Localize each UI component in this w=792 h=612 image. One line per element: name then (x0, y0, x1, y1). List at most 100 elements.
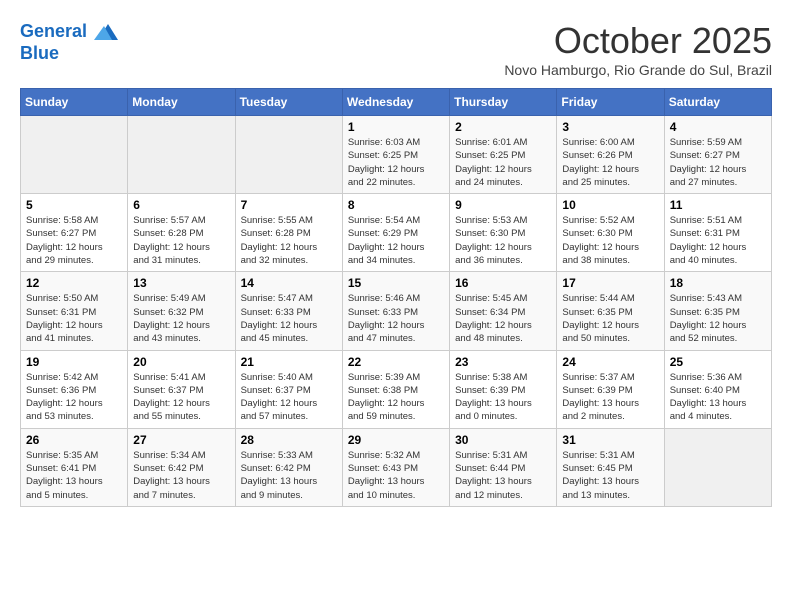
calendar-cell: 3 Sunrise: 6:00 AM Sunset: 6:26 PM Daylig… (557, 116, 664, 194)
calendar-cell: 26Sunrise: 5:35 AM Sunset: 6:41 PM Dayli… (21, 428, 128, 506)
day-number: 17 (562, 276, 658, 290)
day-number: 29 (348, 433, 444, 447)
day-info: Sunrise: 5:47 AM Sunset: 6:33 PM Dayligh… (241, 292, 337, 345)
day-info: Sunrise: 5:55 AM Sunset: 6:28 PM Dayligh… (241, 214, 337, 267)
weekday-header-thursday: Thursday (450, 89, 557, 116)
day-info: Sunrise: 5:49 AM Sunset: 6:32 PM Dayligh… (133, 292, 229, 345)
weekday-header-monday: Monday (128, 89, 235, 116)
day-info: Sunrise: 5:32 AM Sunset: 6:43 PM Dayligh… (348, 449, 444, 502)
day-info: Sunrise: 5:59 AM Sunset: 6:27 PM Dayligh… (670, 136, 766, 189)
calendar-cell (128, 116, 235, 194)
calendar-cell: 30Sunrise: 5:31 AM Sunset: 6:44 PM Dayli… (450, 428, 557, 506)
title-block: October 2025 Novo Hamburgo, Rio Grande d… (504, 20, 772, 78)
calendar-cell: 6 Sunrise: 5:57 AM Sunset: 6:28 PM Daylig… (128, 194, 235, 272)
calendar-cell: 7 Sunrise: 5:55 AM Sunset: 6:28 PM Daylig… (235, 194, 342, 272)
calendar-cell: 31Sunrise: 5:31 AM Sunset: 6:45 PM Dayli… (557, 428, 664, 506)
day-number: 4 (670, 120, 766, 134)
calendar-cell: 22 Sunrise: 5:39 AM Sunset: 6:38 PM Dayli… (342, 350, 449, 428)
calendar-cell: 13Sunrise: 5:49 AM Sunset: 6:32 PM Dayli… (128, 272, 235, 350)
calendar-cell: 10 Sunrise: 5:52 AM Sunset: 6:30 PM Dayli… (557, 194, 664, 272)
weekday-header-wednesday: Wednesday (342, 89, 449, 116)
calendar-table: SundayMondayTuesdayWednesdayThursdayFrid… (20, 88, 772, 507)
calendar-cell: 15 Sunrise: 5:46 AM Sunset: 6:33 PM Dayli… (342, 272, 449, 350)
calendar-cell: 4 Sunrise: 5:59 AM Sunset: 6:27 PM Daylig… (664, 116, 771, 194)
calendar-cell: 25 Sunrise: 5:36 AM Sunset: 6:40 PM Dayli… (664, 350, 771, 428)
calendar-cell: 28 Sunrise: 5:33 AM Sunset: 6:42 PM Dayli… (235, 428, 342, 506)
day-number: 19 (26, 355, 122, 369)
day-number: 24 (562, 355, 658, 369)
weekday-header-friday: Friday (557, 89, 664, 116)
calendar-cell: 16Sunrise: 5:45 AM Sunset: 6:34 PM Dayli… (450, 272, 557, 350)
day-number: 6 (133, 198, 229, 212)
day-info: Sunrise: 5:38 AM Sunset: 6:39 PM Dayligh… (455, 371, 551, 424)
day-info: Sunrise: 5:53 AM Sunset: 6:30 PM Dayligh… (455, 214, 551, 267)
logo-blue: Blue (20, 43, 59, 63)
calendar-week-1: 1 Sunrise: 6:03 AM Sunset: 6:25 PM Daylig… (21, 116, 772, 194)
day-info: Sunrise: 6:03 AM Sunset: 6:25 PM Dayligh… (348, 136, 444, 189)
day-info: Sunrise: 5:57 AM Sunset: 6:28 PM Dayligh… (133, 214, 229, 267)
calendar-cell: 17 Sunrise: 5:44 AM Sunset: 6:35 PM Dayli… (557, 272, 664, 350)
calendar-cell (21, 116, 128, 194)
calendar-cell: 1 Sunrise: 6:03 AM Sunset: 6:25 PM Daylig… (342, 116, 449, 194)
day-info: Sunrise: 5:31 AM Sunset: 6:44 PM Dayligh… (455, 449, 551, 502)
calendar-cell: 20Sunrise: 5:41 AM Sunset: 6:37 PM Dayli… (128, 350, 235, 428)
calendar-cell: 24 Sunrise: 5:37 AM Sunset: 6:39 PM Dayli… (557, 350, 664, 428)
logo: General Blue (20, 20, 118, 64)
calendar-header-row: SundayMondayTuesdayWednesdayThursdayFrid… (21, 89, 772, 116)
day-number: 12 (26, 276, 122, 290)
day-number: 16 (455, 276, 551, 290)
calendar-cell: 8Sunrise: 5:54 AM Sunset: 6:29 PM Daylig… (342, 194, 449, 272)
calendar-cell: 5 Sunrise: 5:58 AM Sunset: 6:27 PM Daylig… (21, 194, 128, 272)
calendar-cell: 14Sunrise: 5:47 AM Sunset: 6:33 PM Dayli… (235, 272, 342, 350)
day-number: 9 (455, 198, 551, 212)
calendar-cell: 9 Sunrise: 5:53 AM Sunset: 6:30 PM Daylig… (450, 194, 557, 272)
calendar-cell: 11Sunrise: 5:51 AM Sunset: 6:31 PM Dayli… (664, 194, 771, 272)
calendar-cell (235, 116, 342, 194)
day-number: 3 (562, 120, 658, 134)
day-number: 22 (348, 355, 444, 369)
day-info: Sunrise: 5:33 AM Sunset: 6:42 PM Dayligh… (241, 449, 337, 502)
day-info: Sunrise: 6:00 AM Sunset: 6:26 PM Dayligh… (562, 136, 658, 189)
day-number: 23 (455, 355, 551, 369)
day-number: 10 (562, 198, 658, 212)
calendar-cell: 29 Sunrise: 5:32 AM Sunset: 6:43 PM Dayli… (342, 428, 449, 506)
day-number: 25 (670, 355, 766, 369)
day-info: Sunrise: 5:44 AM Sunset: 6:35 PM Dayligh… (562, 292, 658, 345)
day-number: 2 (455, 120, 551, 134)
day-info: Sunrise: 5:40 AM Sunset: 6:37 PM Dayligh… (241, 371, 337, 424)
calendar-cell: 19 Sunrise: 5:42 AM Sunset: 6:36 PM Dayli… (21, 350, 128, 428)
calendar-cell: 23 Sunrise: 5:38 AM Sunset: 6:39 PM Dayli… (450, 350, 557, 428)
month-title: October 2025 (504, 20, 772, 62)
day-info: Sunrise: 5:43 AM Sunset: 6:35 PM Dayligh… (670, 292, 766, 345)
weekday-header-tuesday: Tuesday (235, 89, 342, 116)
day-number: 27 (133, 433, 229, 447)
day-number: 20 (133, 355, 229, 369)
day-number: 28 (241, 433, 337, 447)
day-info: Sunrise: 6:01 AM Sunset: 6:25 PM Dayligh… (455, 136, 551, 189)
calendar-week-2: 5 Sunrise: 5:58 AM Sunset: 6:27 PM Daylig… (21, 194, 772, 272)
day-number: 7 (241, 198, 337, 212)
day-number: 1 (348, 120, 444, 134)
calendar-cell: 12Sunrise: 5:50 AM Sunset: 6:31 PM Dayli… (21, 272, 128, 350)
day-info: Sunrise: 5:42 AM Sunset: 6:36 PM Dayligh… (26, 371, 122, 424)
day-info: Sunrise: 5:58 AM Sunset: 6:27 PM Dayligh… (26, 214, 122, 267)
calendar-cell: 27 Sunrise: 5:34 AM Sunset: 6:42 PM Dayli… (128, 428, 235, 506)
day-info: Sunrise: 5:37 AM Sunset: 6:39 PM Dayligh… (562, 371, 658, 424)
day-info: Sunrise: 5:52 AM Sunset: 6:30 PM Dayligh… (562, 214, 658, 267)
day-number: 5 (26, 198, 122, 212)
day-number: 15 (348, 276, 444, 290)
calendar-week-5: 26Sunrise: 5:35 AM Sunset: 6:41 PM Dayli… (21, 428, 772, 506)
page-header: General Blue October 2025 Novo Hamburgo,… (20, 20, 772, 78)
location: Novo Hamburgo, Rio Grande do Sul, Brazil (504, 62, 772, 78)
calendar-cell: 2 Sunrise: 6:01 AM Sunset: 6:25 PM Daylig… (450, 116, 557, 194)
day-info: Sunrise: 5:51 AM Sunset: 6:31 PM Dayligh… (670, 214, 766, 267)
calendar-cell: 18Sunrise: 5:43 AM Sunset: 6:35 PM Dayli… (664, 272, 771, 350)
day-info: Sunrise: 5:46 AM Sunset: 6:33 PM Dayligh… (348, 292, 444, 345)
day-info: Sunrise: 5:36 AM Sunset: 6:40 PM Dayligh… (670, 371, 766, 424)
calendar-cell (664, 428, 771, 506)
day-number: 31 (562, 433, 658, 447)
calendar-week-4: 19 Sunrise: 5:42 AM Sunset: 6:36 PM Dayli… (21, 350, 772, 428)
day-info: Sunrise: 5:34 AM Sunset: 6:42 PM Dayligh… (133, 449, 229, 502)
day-info: Sunrise: 5:39 AM Sunset: 6:38 PM Dayligh… (348, 371, 444, 424)
calendar-cell: 21Sunrise: 5:40 AM Sunset: 6:37 PM Dayli… (235, 350, 342, 428)
